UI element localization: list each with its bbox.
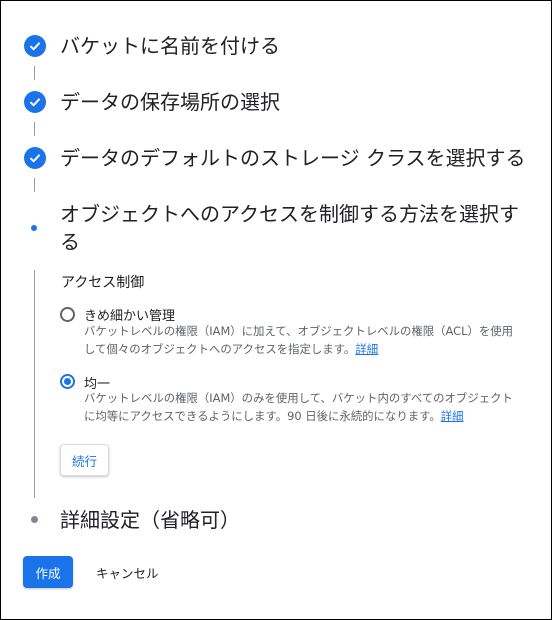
- step-connector: [34, 270, 35, 498]
- uniform-description: バケットレベルの権限（IAM）のみを使用して、バケット内のすべてのオブジェクト …: [84, 389, 544, 425]
- uniform-details-link[interactable]: 詳細: [441, 409, 464, 423]
- cancel-button[interactable]: キャンセル: [96, 556, 159, 588]
- access-control-label: アクセス制御: [61, 275, 145, 291]
- uniform-desc-line2: に均等にアクセスできるようにします。90 日後に永続的になります。: [84, 409, 441, 423]
- step-connector: [34, 178, 35, 192]
- step-5-title[interactable]: 詳細設定（省略可）: [60, 504, 240, 536]
- step-4-title-line2: る: [60, 230, 80, 254]
- continue-button[interactable]: 続行: [60, 444, 109, 476]
- step-4-title-line1: オブジェクトへのアクセスを制御する方法を選択す: [60, 202, 519, 226]
- step-connector: [34, 66, 35, 80]
- step-1-check-icon: [24, 35, 46, 57]
- fine-grained-description: バケットレベルの権限（IAM）に加えて、オブジェクトレベルの権限（ACL）を使用…: [84, 322, 544, 358]
- fine-grained-desc-line2: して個々のオブジェクトへのアクセスを指定します。: [84, 342, 356, 356]
- create-button[interactable]: 作成: [23, 556, 73, 588]
- step-4-active-dot: [31, 225, 37, 231]
- step-2-title[interactable]: データの保存場所の選択: [60, 86, 280, 118]
- fine-grained-desc-line1: バケットレベルの権限（IAM）に加えて、オブジェクトレベルの権限（ACL）を使用: [84, 324, 514, 338]
- step-3-check-icon: [24, 147, 46, 169]
- step-3-title[interactable]: データのデフォルトのストレージ クラスを選択する: [60, 142, 526, 174]
- fine-grained-details-link[interactable]: 詳細: [355, 342, 378, 356]
- fine-grained-radio[interactable]: [60, 307, 75, 322]
- step-1-title[interactable]: バケットに名前を付ける: [60, 30, 280, 62]
- step-connector: [34, 122, 35, 136]
- step-2-check-icon: [24, 91, 46, 113]
- uniform-desc-line1: バケットレベルの権限（IAM）のみを使用して、バケット内のすべてのオブジェクト: [84, 391, 513, 405]
- uniform-radio[interactable]: [60, 374, 75, 389]
- step-5-pending-dot: [31, 516, 38, 523]
